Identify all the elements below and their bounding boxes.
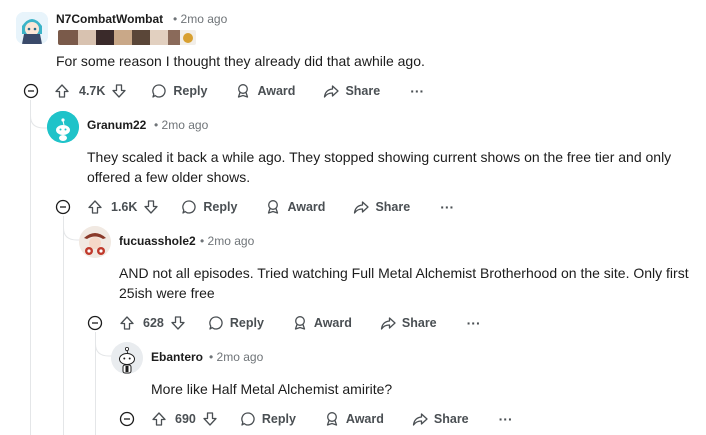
comment-body: More like Half Metal Alchemist amirite? [151,381,393,397]
share-label: Share [433,412,469,426]
comment-author[interactable]: Granum22 [87,118,146,132]
collapse-button[interactable] [87,315,103,331]
more-options-button[interactable]: ··· [467,315,481,331]
upvote-button[interactable] [119,315,135,331]
award-label: Award [313,316,352,330]
comment-body-line: They scaled it back a while ago. They st… [87,149,672,165]
award-label: Award [345,412,384,426]
downvote-icon [112,84,127,98]
avatar[interactable] [79,226,111,258]
separator-dot: • [209,350,214,364]
comment-body: For some reason I thought they already d… [56,53,425,69]
award-label: Award [287,200,326,214]
avatar[interactable] [111,342,143,374]
comment-meta: • 2mo ago [154,118,208,132]
separator-dot: • [154,118,159,132]
reply-button[interactable]: Reply [151,83,207,99]
comment-actions: 1.6K Reply Award Share ··· [87,195,454,219]
more-options-button[interactable]: ··· [410,83,424,99]
more-options-button[interactable]: ··· [440,199,454,215]
share-label: Share [401,316,437,330]
share-button[interactable]: Share [380,315,437,331]
separator-dot: • [173,12,178,26]
upvote-icon [55,84,69,98]
share-button[interactable]: Share [412,411,469,427]
award-icon [238,84,249,98]
more-options-button[interactable]: ··· [499,411,513,427]
thread-line-level2 [63,216,64,435]
vote-score: 628 [143,316,164,330]
collapse-button[interactable] [119,411,135,427]
share-button[interactable]: Share [353,199,410,215]
comment-bubble-icon [241,412,255,426]
reply-button[interactable]: Reply [181,199,237,215]
separator-dot: • [200,234,205,248]
comment-body-line: AND not all episodes. Tried watching Ful… [119,265,689,281]
award-button[interactable]: Award [292,315,352,331]
downvote-button[interactable] [202,411,218,427]
comment-author[interactable]: fucuasshole2 [119,234,196,248]
comment-actions: 4.7K Reply Award Share ··· [54,79,424,103]
user-flair [58,30,196,45]
award-icon [294,316,306,330]
comment-bubble-icon [209,316,223,330]
downvote-button[interactable] [143,199,159,215]
thread-line-level1 [30,100,31,435]
avatar[interactable] [16,12,48,44]
downvote-icon [203,412,217,426]
downvote-button[interactable] [170,315,186,331]
comment-meta: • 2mo ago [200,234,254,248]
reply-button[interactable]: Reply [240,411,296,427]
share-icon [324,85,340,98]
share-label: Share [375,200,411,214]
share-label: Share [345,84,381,98]
comment-body-line: 25ish were free [119,285,215,301]
award-button[interactable]: Award [265,199,325,215]
upvote-button[interactable] [87,199,103,215]
vote-score: 690 [175,412,196,426]
comment-time: 2mo ago [180,12,228,26]
award-button[interactable]: Award [235,83,295,99]
reply-button[interactable]: Reply [208,315,264,331]
vote-score: 4.7K [79,84,106,98]
comment-body-line: offered a few older shows. [87,169,251,185]
reply-label: Reply [203,200,238,214]
award-icon [326,412,338,426]
share-button[interactable]: Share [323,83,380,99]
upvote-button[interactable] [54,83,70,99]
upvote-icon [120,316,134,330]
award-button[interactable]: Award [324,411,384,427]
comment-meta: • 2mo ago [173,12,227,26]
award-label: Award [257,84,296,98]
upvote-icon [88,200,102,214]
downvote-icon [144,200,159,214]
downvote-button[interactable] [111,83,127,99]
comment-time: 2mo ago [207,234,255,248]
comment-actions: 628 Reply Award Share ··· [119,311,481,335]
comment-time: 2mo ago [216,350,264,364]
reply-label: Reply [261,412,296,426]
award-icon [268,200,279,214]
comment-author[interactable]: N7CombatWombat [56,12,163,26]
comment-time: 2mo ago [161,118,209,132]
avatar[interactable] [47,111,79,143]
vote-score: 1.6K [111,200,138,214]
share-icon [412,413,428,426]
collapse-button[interactable] [23,83,39,99]
share-icon [380,317,396,330]
upvote-icon [152,412,166,426]
share-icon [354,201,370,214]
comment-bubble-icon [182,200,197,214]
upvote-button[interactable] [151,411,167,427]
reply-label: Reply [173,84,208,98]
collapse-button[interactable] [55,199,71,215]
comment-author[interactable]: Ebantero [151,350,203,364]
reply-label: Reply [229,316,264,330]
comment-meta: • 2mo ago [209,350,263,364]
comment-bubble-icon [152,84,167,98]
downvote-icon [171,316,185,330]
comment-actions: 690 Reply Award Share ··· [151,407,513,431]
